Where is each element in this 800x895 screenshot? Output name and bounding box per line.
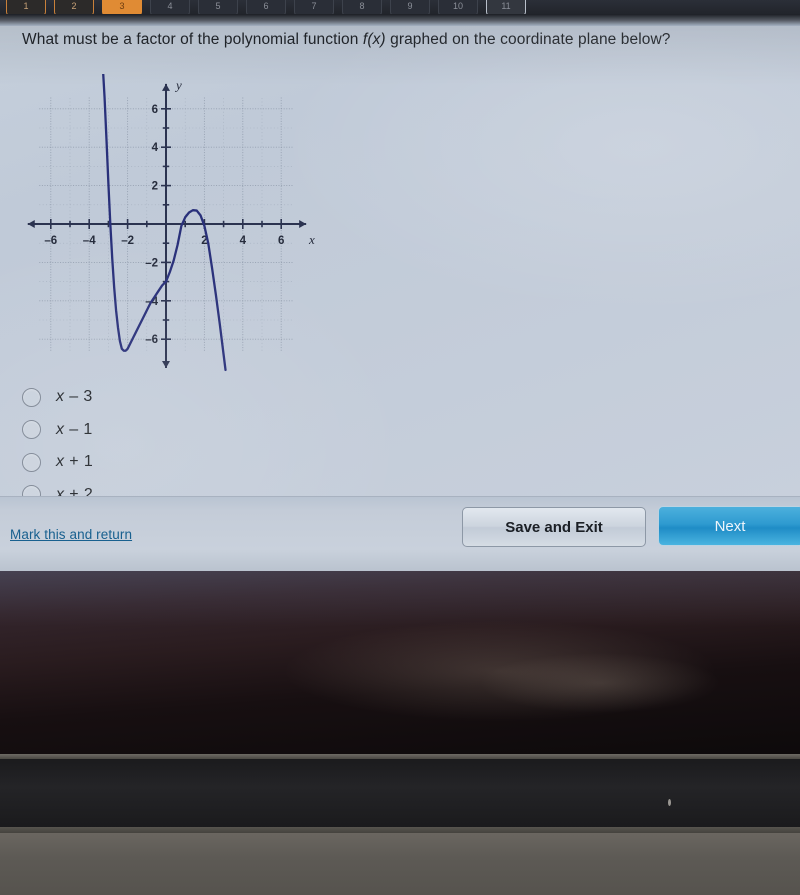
question-text: What must be a factor of the polynomial …	[22, 31, 782, 49]
next-button[interactable]: Next	[658, 506, 800, 546]
x-tick-label: –2	[121, 235, 134, 247]
answer-choice-1[interactable]: x – 3	[16, 381, 336, 414]
save-and-exit-button[interactable]: Save and Exit	[462, 507, 646, 547]
axis-arrowhead	[162, 361, 170, 368]
polynomial-curve	[102, 74, 227, 372]
question-function-label: f(x)	[362, 31, 386, 48]
answer-choice-label-3: x + 1	[56, 453, 94, 471]
desk-surface	[0, 833, 800, 895]
bezel-bottom-lip	[0, 759, 800, 829]
question-text-before: What must be a factor of the polynomial …	[22, 31, 363, 48]
x-tick-label: 4	[240, 235, 247, 247]
axis-arrowhead	[162, 83, 170, 91]
radio-button-1[interactable]	[22, 387, 41, 407]
bezel-reflection	[0, 571, 800, 756]
mark-this-and-return-link[interactable]: Mark this and return	[10, 527, 132, 542]
photo-of-laptop-screen: 1 2 3 4 5 6 7 8 9 10 11 What must be a factor of t…	[0, 0, 800, 895]
y-tick-label: –2	[145, 257, 158, 269]
graph-svg: –6 –4 –2 2 4 6642–2–4–6xy	[27, 74, 315, 372]
y-tick-label: 2	[152, 181, 158, 193]
question-text-after: graphed on the coordinate plane below?	[385, 31, 671, 48]
bezel-glass	[0, 571, 800, 756]
answer-choice-3[interactable]: x + 1	[16, 446, 336, 479]
axis-arrowhead	[299, 220, 307, 228]
x-axis-label: x	[308, 232, 315, 247]
answer-choice-label-2: x – 1	[56, 420, 93, 438]
answer-choice-2[interactable]: x – 1	[16, 414, 336, 447]
x-tick-label: –6	[44, 235, 57, 247]
laptop-bezel-and-desk	[0, 571, 800, 895]
axis-arrowhead	[27, 220, 35, 228]
answer-choice-list: x – 3x – 1x + 1x + 2	[16, 381, 336, 511]
quiz-page: What must be a factor of the polynomial …	[0, 26, 800, 523]
x-tick-label: 6	[278, 235, 284, 247]
y-tick-label: 4	[152, 142, 159, 154]
y-axis-label: y	[174, 78, 182, 93]
coordinate-plane-graph: –6 –4 –2 2 4 6 6 4 2 –2 –4 –6 x y	[18, 74, 328, 374]
action-bar: Mark this and return Save and Exit Next	[0, 496, 800, 572]
x-tick-label: –4	[83, 235, 96, 247]
y-tick-label: –6	[145, 334, 158, 346]
dust-speck	[668, 799, 671, 806]
radio-button-2[interactable]	[22, 420, 41, 440]
radio-button-3[interactable]	[22, 452, 41, 472]
answer-choice-label-1: x – 3	[56, 388, 93, 406]
y-tick-label: 6	[152, 104, 158, 116]
